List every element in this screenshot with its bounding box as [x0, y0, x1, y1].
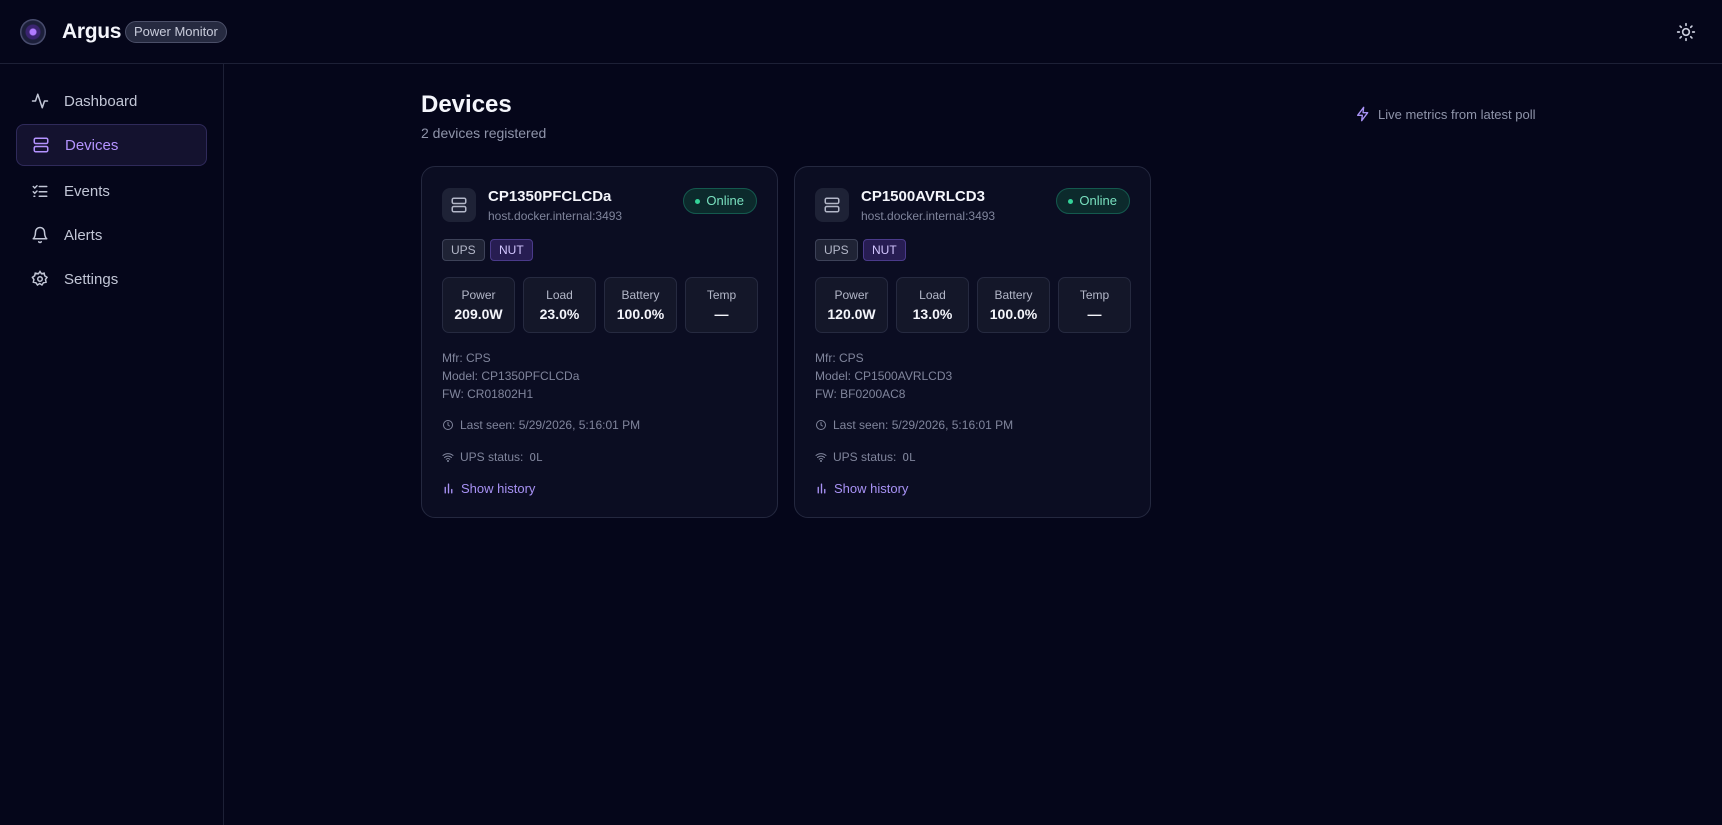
- sun-icon: [1676, 22, 1696, 42]
- metric-label: Load: [546, 288, 573, 302]
- wifi-icon: [815, 451, 827, 463]
- ups-status: UPS status: OL: [815, 450, 916, 464]
- wifi-icon: [442, 451, 454, 463]
- device-name: CP1350PFCLCDa: [488, 188, 612, 205]
- metric-label: Temp: [1079, 288, 1110, 302]
- sidebar-item-label: Settings: [64, 270, 119, 288]
- server-icon: [442, 188, 476, 222]
- top-bar: Argus Power Monitor: [0, 0, 1722, 64]
- gear-icon: [30, 269, 50, 289]
- ups-status-value: OL: [529, 450, 543, 464]
- live-note-text: Live metrics from latest poll: [1378, 106, 1536, 122]
- sidebar-item-dashboard[interactable]: Dashboard: [16, 80, 207, 122]
- sidebar-item-devices[interactable]: Devices: [16, 124, 207, 166]
- bar-chart-icon: [815, 482, 828, 495]
- brand-name: Argus: [62, 20, 122, 43]
- metric-power: Power 120.0W: [815, 277, 888, 333]
- sidebar-item-alerts[interactable]: Alerts: [16, 214, 207, 256]
- lightning-icon: [1355, 106, 1371, 122]
- sidebar: Dashboard Devices Events Alerts Settings: [0, 64, 224, 825]
- clock-icon: [442, 419, 454, 431]
- show-history-label: Show history: [461, 481, 536, 496]
- bar-chart-icon: [442, 482, 455, 495]
- sidebar-item-events[interactable]: Events: [16, 170, 207, 212]
- page-title: Devices: [421, 91, 512, 118]
- device-model: Model: CP1350PFCLCDa: [442, 369, 580, 383]
- metric-label: Temp: [706, 288, 737, 302]
- metric-load: Load 13.0%: [896, 277, 969, 333]
- show-history-button[interactable]: Show history: [815, 481, 908, 496]
- tag-ups: UPS: [815, 239, 858, 261]
- theme-toggle-button[interactable]: [1674, 20, 1698, 44]
- device-host: host.docker.internal:3493: [861, 209, 996, 223]
- sidebar-item-settings[interactable]: Settings: [16, 258, 207, 300]
- clock-icon: [815, 419, 827, 431]
- server-icon: [815, 188, 849, 222]
- show-history-label: Show history: [834, 481, 909, 496]
- device-manufacturer: Mfr: CPS: [442, 351, 491, 365]
- metric-value: —: [1087, 306, 1102, 322]
- ups-status-label: UPS status:: [460, 450, 524, 464]
- metric-value: 13.0%: [912, 306, 953, 322]
- sidebar-item-label: Alerts: [64, 226, 103, 244]
- last-seen: Last seen: 5/29/2026, 5:16:01 PM: [815, 418, 1013, 432]
- tag-nut: NUT: [863, 239, 906, 261]
- live-metrics-note: Live metrics from latest poll: [1355, 106, 1536, 122]
- metric-value: 209.0W: [454, 306, 503, 322]
- metric-value: 23.0%: [539, 306, 580, 322]
- device-host: host.docker.internal:3493: [488, 209, 623, 223]
- status-badge: Online: [683, 188, 757, 214]
- metric-value: 100.0%: [989, 306, 1038, 322]
- device-card: CP1350PFCLCDa host.docker.internal:3493 …: [421, 166, 778, 518]
- metric-battery: Battery 100.0%: [604, 277, 677, 333]
- device-firmware: FW: BF0200AC8: [815, 387, 906, 401]
- device-manufacturer: Mfr: CPS: [815, 351, 864, 365]
- server-icon: [31, 135, 51, 155]
- show-history-button[interactable]: Show history: [442, 481, 535, 496]
- metric-label: Load: [919, 288, 946, 302]
- metric-value: —: [714, 306, 729, 322]
- status-badge: Online: [1056, 188, 1130, 214]
- activity-icon: [30, 91, 50, 111]
- bell-icon: [30, 225, 50, 245]
- app-badge: Power Monitor: [125, 21, 227, 43]
- sidebar-item-label: Events: [64, 182, 110, 200]
- list-checks-icon: [30, 181, 50, 201]
- metric-temp: Temp —: [1058, 277, 1131, 333]
- device-firmware: FW: CR01802H1: [442, 387, 534, 401]
- metric-load: Load 23.0%: [523, 277, 596, 333]
- tag-ups: UPS: [442, 239, 485, 261]
- sidebar-item-label: Devices: [65, 136, 119, 154]
- metric-power: Power 209.0W: [442, 277, 515, 333]
- ups-status: UPS status: OL: [442, 450, 543, 464]
- device-model: Model: CP1500AVRLCD3: [815, 369, 953, 383]
- metric-temp: Temp —: [685, 277, 758, 333]
- device-name: CP1500AVRLCD3: [861, 188, 985, 205]
- device-count: 2 devices registered: [421, 125, 547, 141]
- tag-nut: NUT: [490, 239, 533, 261]
- last-seen: Last seen: 5/29/2026, 5:16:01 PM: [442, 418, 640, 432]
- metric-label: Battery: [994, 288, 1033, 302]
- argus-logo-icon[interactable]: [20, 19, 46, 45]
- metric-label: Power: [834, 288, 869, 302]
- sidebar-item-label: Dashboard: [64, 92, 138, 110]
- metric-label: Battery: [621, 288, 660, 302]
- metric-value: 120.0W: [827, 306, 876, 322]
- ups-status-value: OL: [902, 450, 916, 464]
- last-seen-text: Last seen: 5/29/2026, 5:16:01 PM: [460, 418, 641, 432]
- metric-label: Power: [461, 288, 496, 302]
- ups-status-label: UPS status:: [833, 450, 897, 464]
- metric-battery: Battery 100.0%: [977, 277, 1050, 333]
- device-card: CP1500AVRLCD3 host.docker.internal:3493 …: [794, 166, 1151, 518]
- metric-value: 100.0%: [616, 306, 665, 322]
- last-seen-text: Last seen: 5/29/2026, 5:16:01 PM: [833, 418, 1014, 432]
